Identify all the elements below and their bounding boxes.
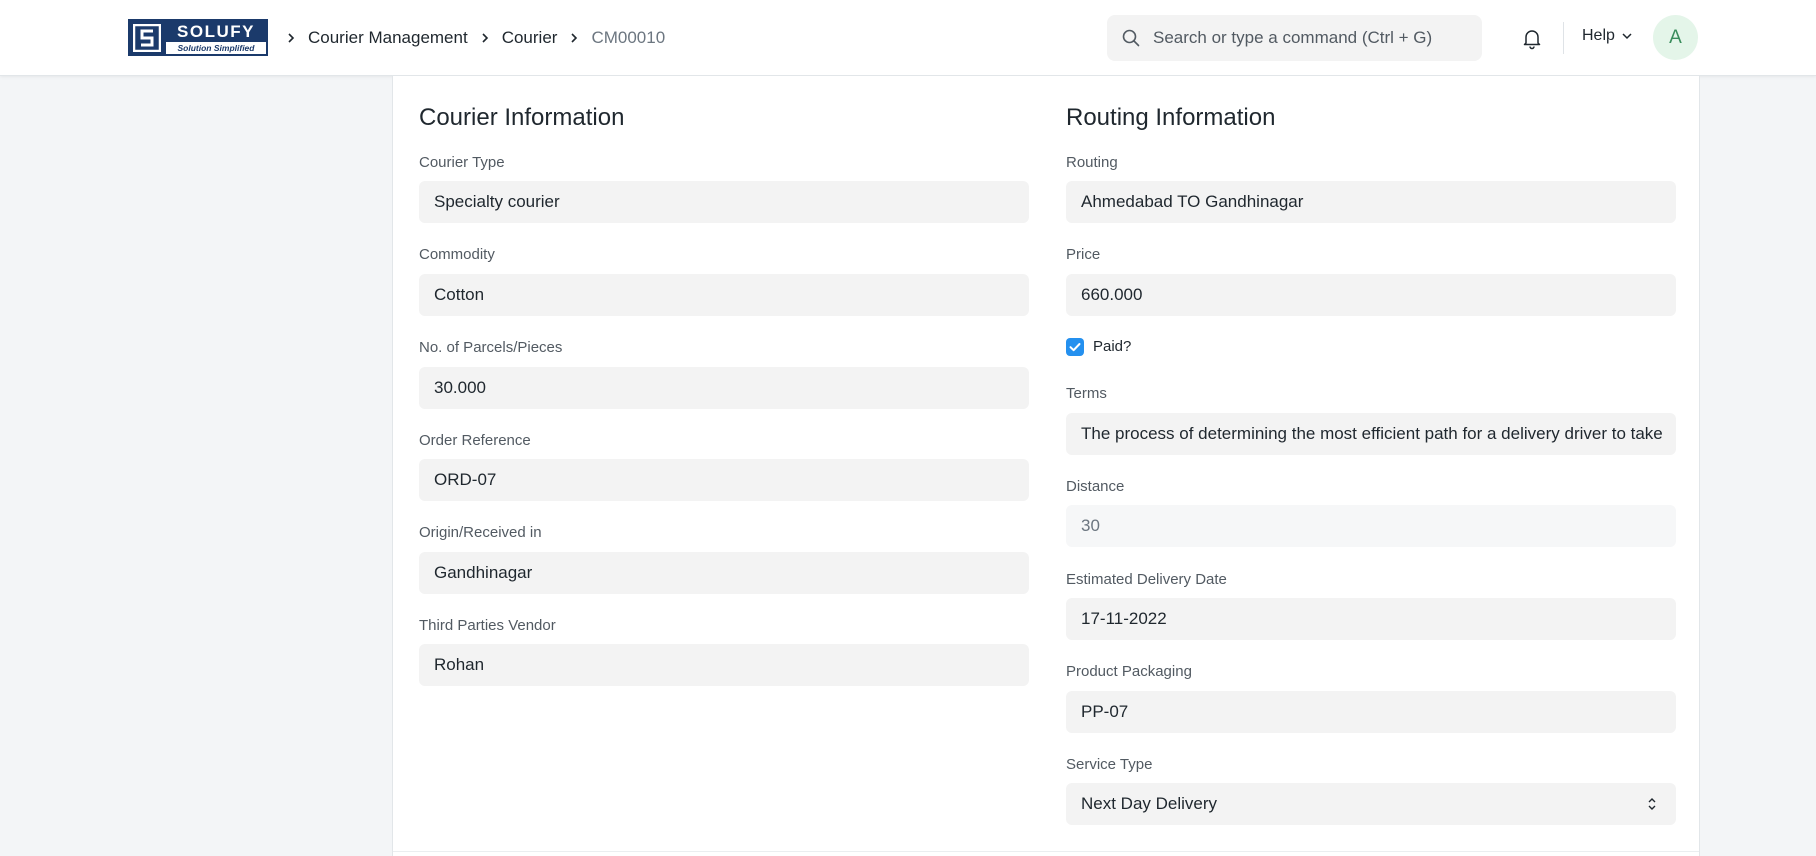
estimated-delivery-date-field[interactable]: 17-11-2022 (1066, 598, 1676, 640)
breadcrumb: Courier Management Courier CM00010 (280, 26, 665, 50)
order-reference-field[interactable]: ORD-07 (419, 459, 1029, 501)
commodity-label: Commodity (419, 246, 495, 263)
origin-label: Origin/Received in (419, 524, 542, 541)
distance-field: 30 (1066, 505, 1676, 547)
terms-field[interactable]: The process of determining the most effi… (1066, 413, 1676, 455)
third-parties-vendor-label: Third Parties Vendor (419, 617, 556, 634)
chevron-down-icon (1622, 33, 1632, 40)
chevron-right-icon (286, 32, 296, 44)
product-packaging-field[interactable]: PP-07 (1066, 691, 1676, 733)
help-label: Help (1582, 27, 1615, 44)
logo-text: SOLUFY Solution Simplified (166, 19, 268, 56)
chevron-right-icon (480, 32, 490, 44)
card-divider (393, 851, 1699, 852)
breadcrumb-courier[interactable]: Courier (502, 28, 558, 48)
navbar-divider (1563, 22, 1564, 54)
service-type-label: Service Type (1066, 756, 1153, 773)
logo-mark-icon (128, 19, 166, 56)
avatar[interactable]: A (1653, 15, 1698, 60)
order-reference-label: Order Reference (419, 432, 531, 449)
navbar: SOLUFY Solution Simplified Courier Manag… (0, 0, 1816, 76)
paid-label[interactable]: Paid? (1093, 338, 1131, 355)
notification-bell-icon[interactable] (1520, 26, 1544, 50)
parcels-field[interactable]: 30.000 (419, 367, 1029, 409)
logo-word: SOLUFY (166, 21, 266, 42)
routing-field[interactable]: Ahmedabad TO Gandhinagar (1066, 181, 1676, 223)
price-field[interactable]: 660.000 (1066, 274, 1676, 316)
routing-information-title: Routing Information (1066, 104, 1276, 131)
service-type-value: Next Day Delivery (1081, 794, 1218, 813)
logo-tagline: Solution Simplified (166, 42, 266, 54)
chevron-right-icon (569, 32, 579, 44)
price-label: Price (1066, 246, 1101, 263)
product-packaging-label: Product Packaging (1066, 663, 1192, 680)
courier-information-title: Courier Information (419, 104, 625, 131)
select-updown-icon (1648, 798, 1656, 810)
estimated-delivery-date-label: Estimated Delivery Date (1066, 571, 1227, 588)
parcels-label: No. of Parcels/Pieces (419, 339, 563, 356)
terms-label: Terms (1066, 385, 1107, 402)
solufy-logo[interactable]: SOLUFY Solution Simplified (128, 19, 268, 56)
paid-checkbox[interactable] (1066, 338, 1084, 356)
commodity-field[interactable]: Cotton (419, 274, 1029, 316)
origin-field[interactable]: Gandhinagar (419, 552, 1029, 594)
third-parties-vendor-field[interactable]: Rohan (419, 644, 1029, 686)
search-input[interactable] (1153, 28, 1473, 48)
form-card: Courier Information Courier Type Special… (392, 76, 1700, 856)
courier-type-label: Courier Type (419, 154, 505, 171)
help-dropdown[interactable]: Help (1582, 27, 1633, 45)
checkmark-icon (1069, 343, 1081, 352)
search-bar[interactable] (1107, 15, 1482, 61)
courier-type-field[interactable]: Specialty courier (419, 181, 1029, 223)
distance-label: Distance (1066, 478, 1125, 495)
search-icon (1122, 29, 1140, 47)
service-type-select[interactable]: Next Day Delivery (1066, 783, 1676, 825)
routing-label: Routing (1066, 154, 1118, 171)
breadcrumb-current-record: CM00010 (591, 28, 666, 47)
breadcrumb-courier-management[interactable]: Courier Management (308, 28, 468, 48)
